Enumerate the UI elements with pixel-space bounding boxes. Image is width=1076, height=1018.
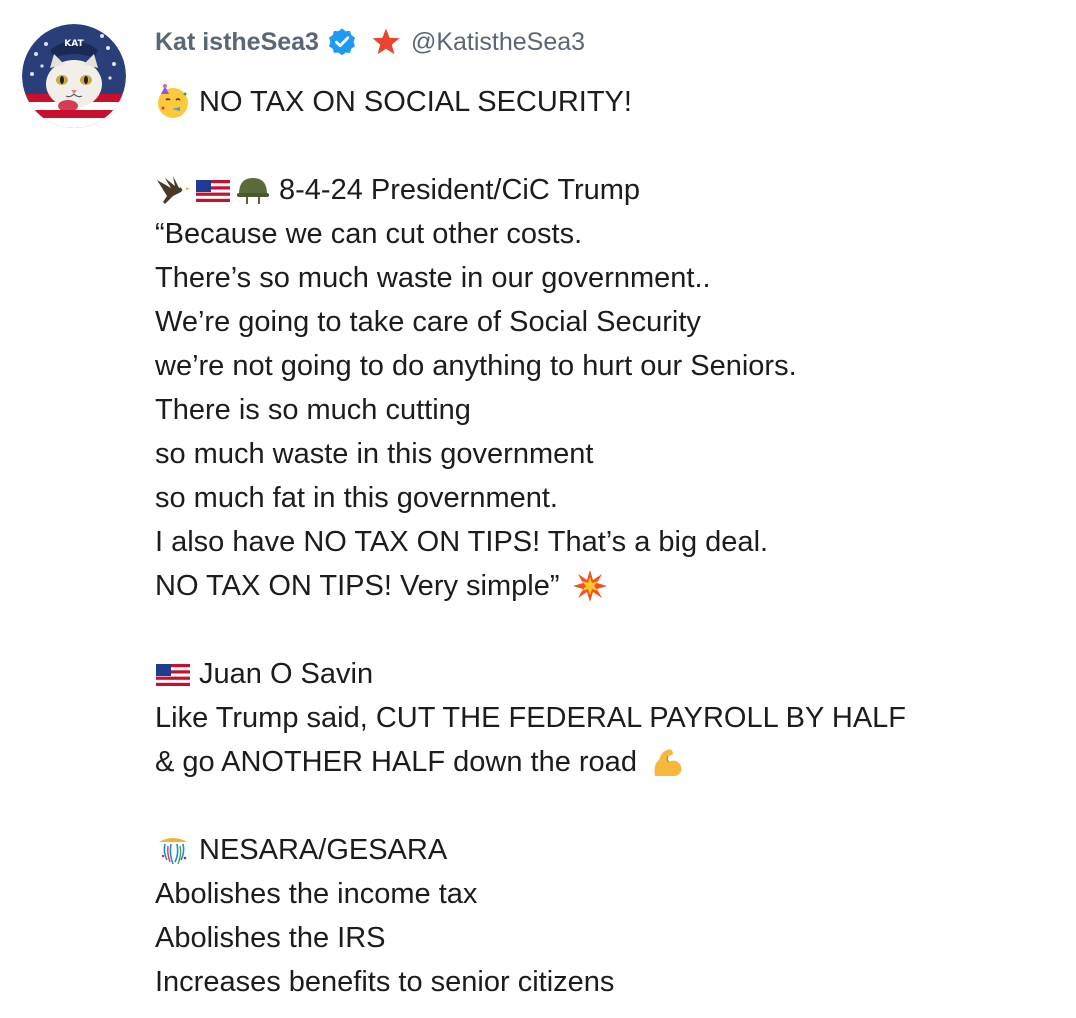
post-line: so much fat in this government. <box>155 476 1055 520</box>
line-text: NO TAX ON TIPS! Very simple” <box>155 570 560 602</box>
line-text: Juan O Savin <box>199 658 374 690</box>
line-text: & go ANOTHER HALF down the road <box>155 746 637 778</box>
post-line: NO TAX ON SOCIAL SECURITY! <box>155 80 1055 124</box>
avatar-text: KAT <box>64 39 84 49</box>
post-line: we’re not going to do anything to hurt o… <box>155 344 1055 388</box>
line-text: NESARA/GESARA <box>199 834 448 866</box>
line-text: “Because we can cut other costs. <box>155 218 583 250</box>
post-line: Juan O Savin <box>155 652 1055 696</box>
post-line: Abolishes the IRS <box>155 916 1055 960</box>
post-line: Abolishes the income tax <box>155 872 1055 916</box>
flexed-biceps-emoji <box>649 744 685 780</box>
post-line: There is so much cutting <box>155 388 1055 432</box>
post: KAT Kat istheSea3 @KatistheSea3 NO TAX O… <box>0 0 1076 1018</box>
post-line: We’re going to take care of Social Secur… <box>155 300 1055 344</box>
line-text: so much fat in this government. <box>155 482 558 514</box>
eagle-emoji <box>155 172 191 208</box>
line-text: we’re not going to do anything to hurt o… <box>155 350 797 382</box>
us-flag-emoji <box>155 656 191 692</box>
post-line: NESARA/GESARA <box>155 828 1055 872</box>
post-line: I also have NO TAX ON TIPS! That’s a big… <box>155 520 1055 564</box>
avatar-cat-icon: KAT <box>22 24 126 128</box>
line-text: We’re going to take care of Social Secur… <box>155 306 701 338</box>
verified-check-icon <box>327 27 357 57</box>
partying-face-emoji <box>155 84 191 120</box>
handle[interactable]: @KatistheSea3 <box>411 28 585 57</box>
post-line: & go ANOTHER HALF down the road <box>155 740 1055 784</box>
collision-emoji <box>572 568 608 604</box>
avatar[interactable]: KAT <box>22 24 126 128</box>
post-line: NO TAX ON TIPS! Very simple” <box>155 564 1055 608</box>
line-text: Increases benefits to senior citizens <box>155 966 615 998</box>
post-line: Like Trump said, CUT THE FEDERAL PAYROLL… <box>155 696 1055 740</box>
post-line: There’s so much waste in our government.… <box>155 256 1055 300</box>
post-line: Increases benefits to senior citizens <box>155 960 1055 1004</box>
post-line: “Because we can cut other costs. <box>155 212 1055 256</box>
military-helmet-emoji <box>235 172 271 208</box>
line-text: Abolishes the IRS <box>155 922 386 954</box>
line-text: I also have NO TAX ON TIPS! That’s a big… <box>155 526 769 558</box>
line-text: NO TAX ON SOCIAL SECURITY! <box>199 86 632 118</box>
line-text: There’s so much waste in our government.… <box>155 262 711 294</box>
red-star-icon <box>371 27 401 57</box>
line-text: 8-4-24 President/CiC Trump <box>279 174 641 206</box>
post-header: Kat istheSea3 @KatistheSea3 <box>155 22 585 62</box>
post-line: 8-4-24 President/CiC Trump <box>155 168 1055 212</box>
post-body: NO TAX ON SOCIAL SECURITY! 8-4-24 Presid… <box>155 80 1055 1004</box>
line-text: Abolishes the income tax <box>155 878 478 910</box>
us-flag-emoji <box>195 172 231 208</box>
line-text: Like Trump said, CUT THE FEDERAL PAYROLL… <box>155 702 907 734</box>
line-text: so much waste in this government <box>155 438 594 470</box>
display-name[interactable]: Kat istheSea3 <box>155 28 319 57</box>
confetti-ball-emoji <box>155 832 191 868</box>
line-text: There is so much cutting <box>155 394 471 426</box>
post-line: so much waste in this government <box>155 432 1055 476</box>
